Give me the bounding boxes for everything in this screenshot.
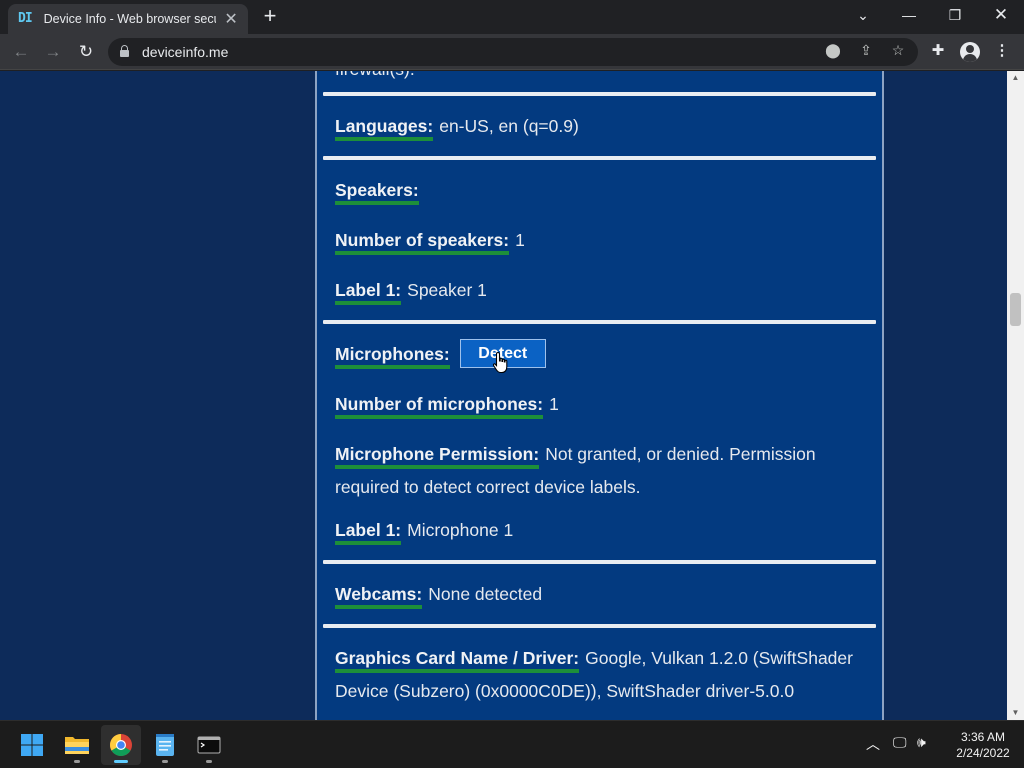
chrome-icon: [110, 734, 132, 756]
microphones-label: Microphones:: [335, 344, 450, 369]
show-hidden-icons-chevron-icon[interactable]: ︿: [866, 734, 880, 754]
graphics-row: Graphics Card Name / Driver: Google, Vulk…: [335, 642, 865, 708]
volume-icon[interactable]: 🕪: [917, 734, 926, 751]
microphone-permission-row: Microphone Permission: Not granted, or de…: [335, 438, 865, 504]
lock-icon[interactable]: [120, 45, 129, 57]
back-button[interactable]: ←: [8, 39, 34, 65]
device-info-panel: firewall(s). Languages:en-US, en (q=0.9)…: [315, 71, 884, 720]
notepad-icon: [156, 734, 174, 756]
network-icon[interactable]: 🖵: [893, 734, 907, 751]
reload-button[interactable]: ↻: [73, 39, 99, 65]
restore-button[interactable]: ❐: [932, 0, 978, 32]
speakers-row: Speakers:: [335, 174, 865, 207]
speakers-count-row: Number of speakers: 1: [335, 224, 865, 257]
microphone-label1-label: Label 1:: [335, 520, 402, 545]
browser-toolbar: ← → ↻ deviceinfo.me ⬤ ⇪ ☆ ✚ ⋮: [0, 34, 1024, 70]
forward-button[interactable]: →: [40, 39, 66, 65]
microphones-count-label: Number of microphones:: [335, 394, 544, 419]
terminal-taskbar-button[interactable]: [189, 725, 229, 765]
scroll-down-arrow-icon[interactable]: ▼: [1007, 706, 1024, 720]
microphones-row: Microphones: Detect: [335, 338, 865, 371]
share-icon[interactable]: ⇪: [856, 42, 876, 59]
speakers-count-label: Number of speakers:: [335, 230, 510, 255]
new-tab-button[interactable]: +: [258, 5, 282, 29]
speaker-label1-row: Label 1: Speaker 1: [335, 274, 865, 307]
bookmark-star-icon[interactable]: ☆: [888, 42, 908, 59]
tab-close-icon[interactable]: ✕: [224, 9, 238, 29]
webcams-row: Webcams: None detected: [335, 578, 865, 611]
section-divider: [323, 92, 876, 96]
browser-tab[interactable]: DI Device Info - Web browser security ✕: [8, 4, 248, 34]
hand-cursor-icon: [492, 351, 508, 374]
tab-strip: DI Device Info - Web browser security ✕ …: [0, 0, 1024, 34]
microphone-label1-row: Label 1: Microphone 1: [335, 514, 865, 547]
microphone-permission-label: Microphone Permission:: [335, 444, 540, 469]
microphones-count-value: 1: [549, 394, 559, 414]
graphics-label: Graphics Card Name / Driver:: [335, 648, 580, 673]
minimize-button[interactable]: —: [886, 0, 932, 32]
start-button[interactable]: [12, 725, 52, 765]
menu-kebab-icon[interactable]: ⋮: [991, 41, 1013, 59]
extensions-puzzle-icon[interactable]: ✚: [927, 41, 949, 59]
location-icon[interactable]: ⬤: [823, 42, 843, 59]
clock-date: 2/24/2022: [956, 746, 1010, 760]
page-scrollbar[interactable]: ▲ ▼: [1007, 71, 1024, 720]
clock-time: 3:36 AM: [960, 730, 1006, 744]
webcams-label: Webcams:: [335, 584, 423, 609]
languages-row: Languages: en-US, en (q=0.9): [335, 110, 865, 143]
page-viewport: firewall(s). Languages:en-US, en (q=0.9)…: [0, 71, 1007, 720]
microphones-count-row: Number of microphones: 1: [335, 388, 865, 421]
speaker-label1-value: Speaker 1: [407, 280, 487, 300]
profile-avatar-icon[interactable]: [960, 42, 980, 62]
address-bar[interactable]: deviceinfo.me ⬤ ⇪ ☆: [108, 38, 918, 66]
folder-icon: [65, 737, 89, 754]
speakers-label: Speakers:: [335, 180, 419, 205]
speaker-label1-label: Label 1:: [335, 280, 402, 305]
terminal-icon: [197, 736, 221, 754]
system-clock[interactable]: 3:36 AM 2/24/2022: [944, 729, 1022, 761]
url-text[interactable]: deviceinfo.me: [142, 44, 228, 60]
scrollbar-thumb[interactable]: [1010, 293, 1021, 326]
webcams-value: None detected: [428, 584, 543, 604]
scroll-up-arrow-icon[interactable]: ▲: [1007, 71, 1024, 85]
section-divider: [323, 156, 876, 160]
microphone-label1-value: Microphone 1: [407, 520, 514, 540]
speakers-count-value: 1: [515, 230, 525, 250]
section-divider: [323, 624, 876, 628]
file-explorer-taskbar-button[interactable]: [57, 725, 97, 765]
languages-label: Languages:: [335, 116, 434, 141]
tab-search-icon[interactable]: ⌄: [840, 0, 886, 32]
tab-title: Device Info - Web browser security: [43, 12, 217, 26]
partial-text: firewall(s).: [335, 71, 865, 84]
taskbar: ︿ 🖵 🕪 3:36 AM 2/24/2022: [0, 720, 1024, 768]
section-divider: [323, 560, 876, 564]
languages-value: en-US, en (q=0.9): [439, 116, 579, 136]
windows-logo-icon: [21, 734, 43, 756]
site-favicon: DI: [18, 11, 33, 26]
chrome-taskbar-button[interactable]: [101, 725, 141, 765]
notepad-taskbar-button[interactable]: [145, 725, 185, 765]
close-window-button[interactable]: ✕: [978, 0, 1024, 32]
section-divider: [323, 320, 876, 324]
